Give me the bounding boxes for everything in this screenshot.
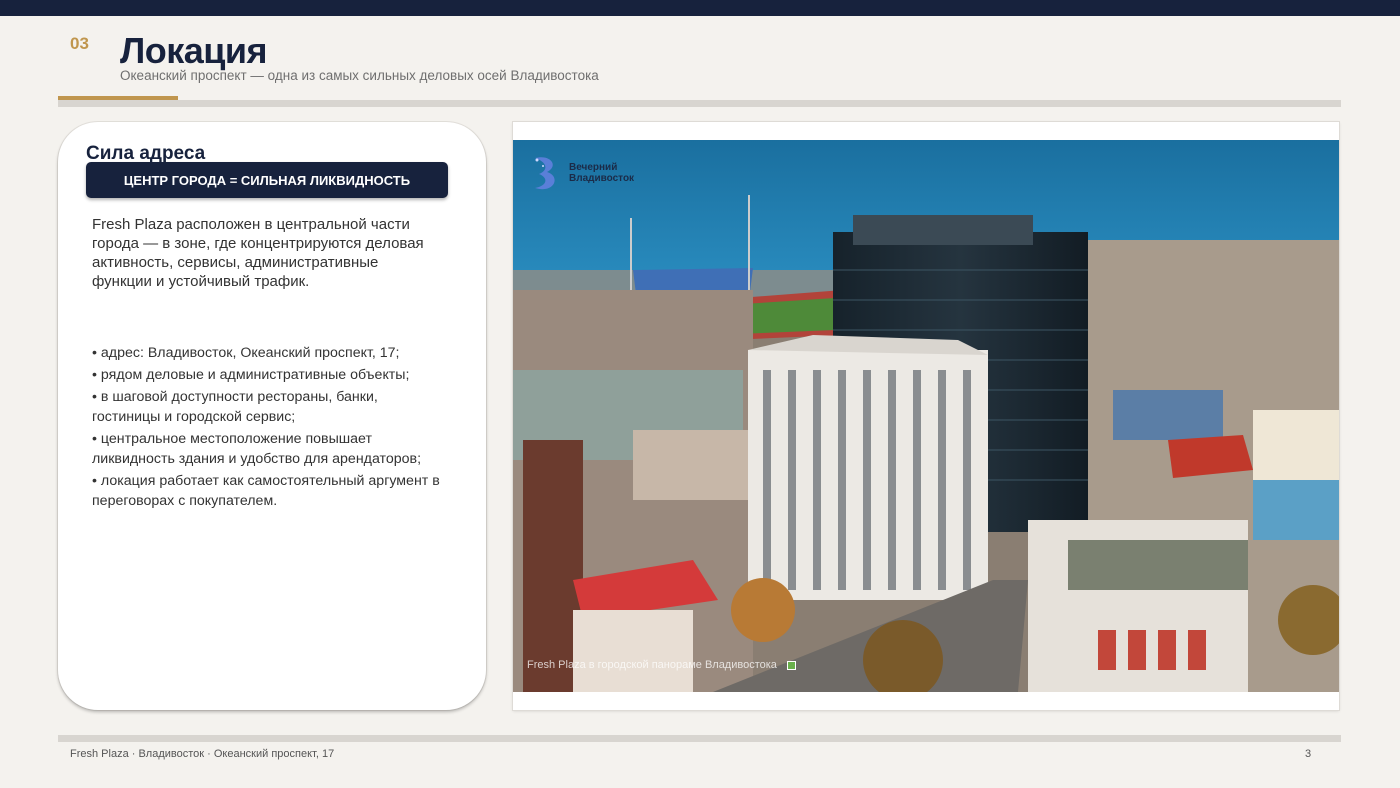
list-item: • локация работает как самостоятельный а… — [92, 473, 440, 509]
list-item: • адрес: Владивосток, Океанский проспект… — [92, 345, 400, 361]
square-icon — [786, 660, 796, 670]
crescent-logo-icon — [535, 157, 555, 190]
page-subtitle: Океанский проспект — одна из самых сильн… — [120, 68, 599, 83]
list-item: • центральное местоположение повышает ли… — [92, 431, 422, 467]
footer-divider — [58, 735, 1341, 742]
page-number: 3 — [1305, 748, 1312, 760]
photo-caption-text: Fresh Plaza в городской панораме Владиво… — [527, 659, 777, 671]
footer-text: Fresh Plaza · Владивосток · Океанский пр… — [70, 748, 335, 760]
header-accent-bar — [58, 96, 178, 100]
list-item: • в шаговой доступности рестораны, банки… — [92, 389, 378, 425]
bullet-list: • адрес: Владивосток, Океанский проспект… — [92, 343, 442, 513]
media-logo: Вечерний Владивосток — [529, 152, 634, 194]
city-panorama-image — [513, 140, 1339, 692]
photo-caption: Fresh Plaza в городской панораме Владиво… — [527, 659, 796, 671]
photo-frame: Вечерний Владивосток Fresh Plaza в город… — [513, 122, 1339, 710]
intro-paragraph: Fresh Plaza расположен в центральной час… — [92, 216, 424, 290]
slide-number: 03 — [70, 34, 89, 53]
logo-line-2: Владивосток — [569, 173, 635, 184]
logo-line-1: Вечерний — [569, 162, 618, 173]
highlight-pill: ЦЕНТР ГОРОДА = СИЛЬНАЯ ЛИКВИДНОСТЬ — [86, 162, 448, 198]
header-divider — [58, 100, 1341, 107]
list-item: • рядом деловые и административные объек… — [92, 367, 410, 383]
page-title: Локация — [120, 30, 268, 71]
top-bar — [0, 0, 1400, 16]
